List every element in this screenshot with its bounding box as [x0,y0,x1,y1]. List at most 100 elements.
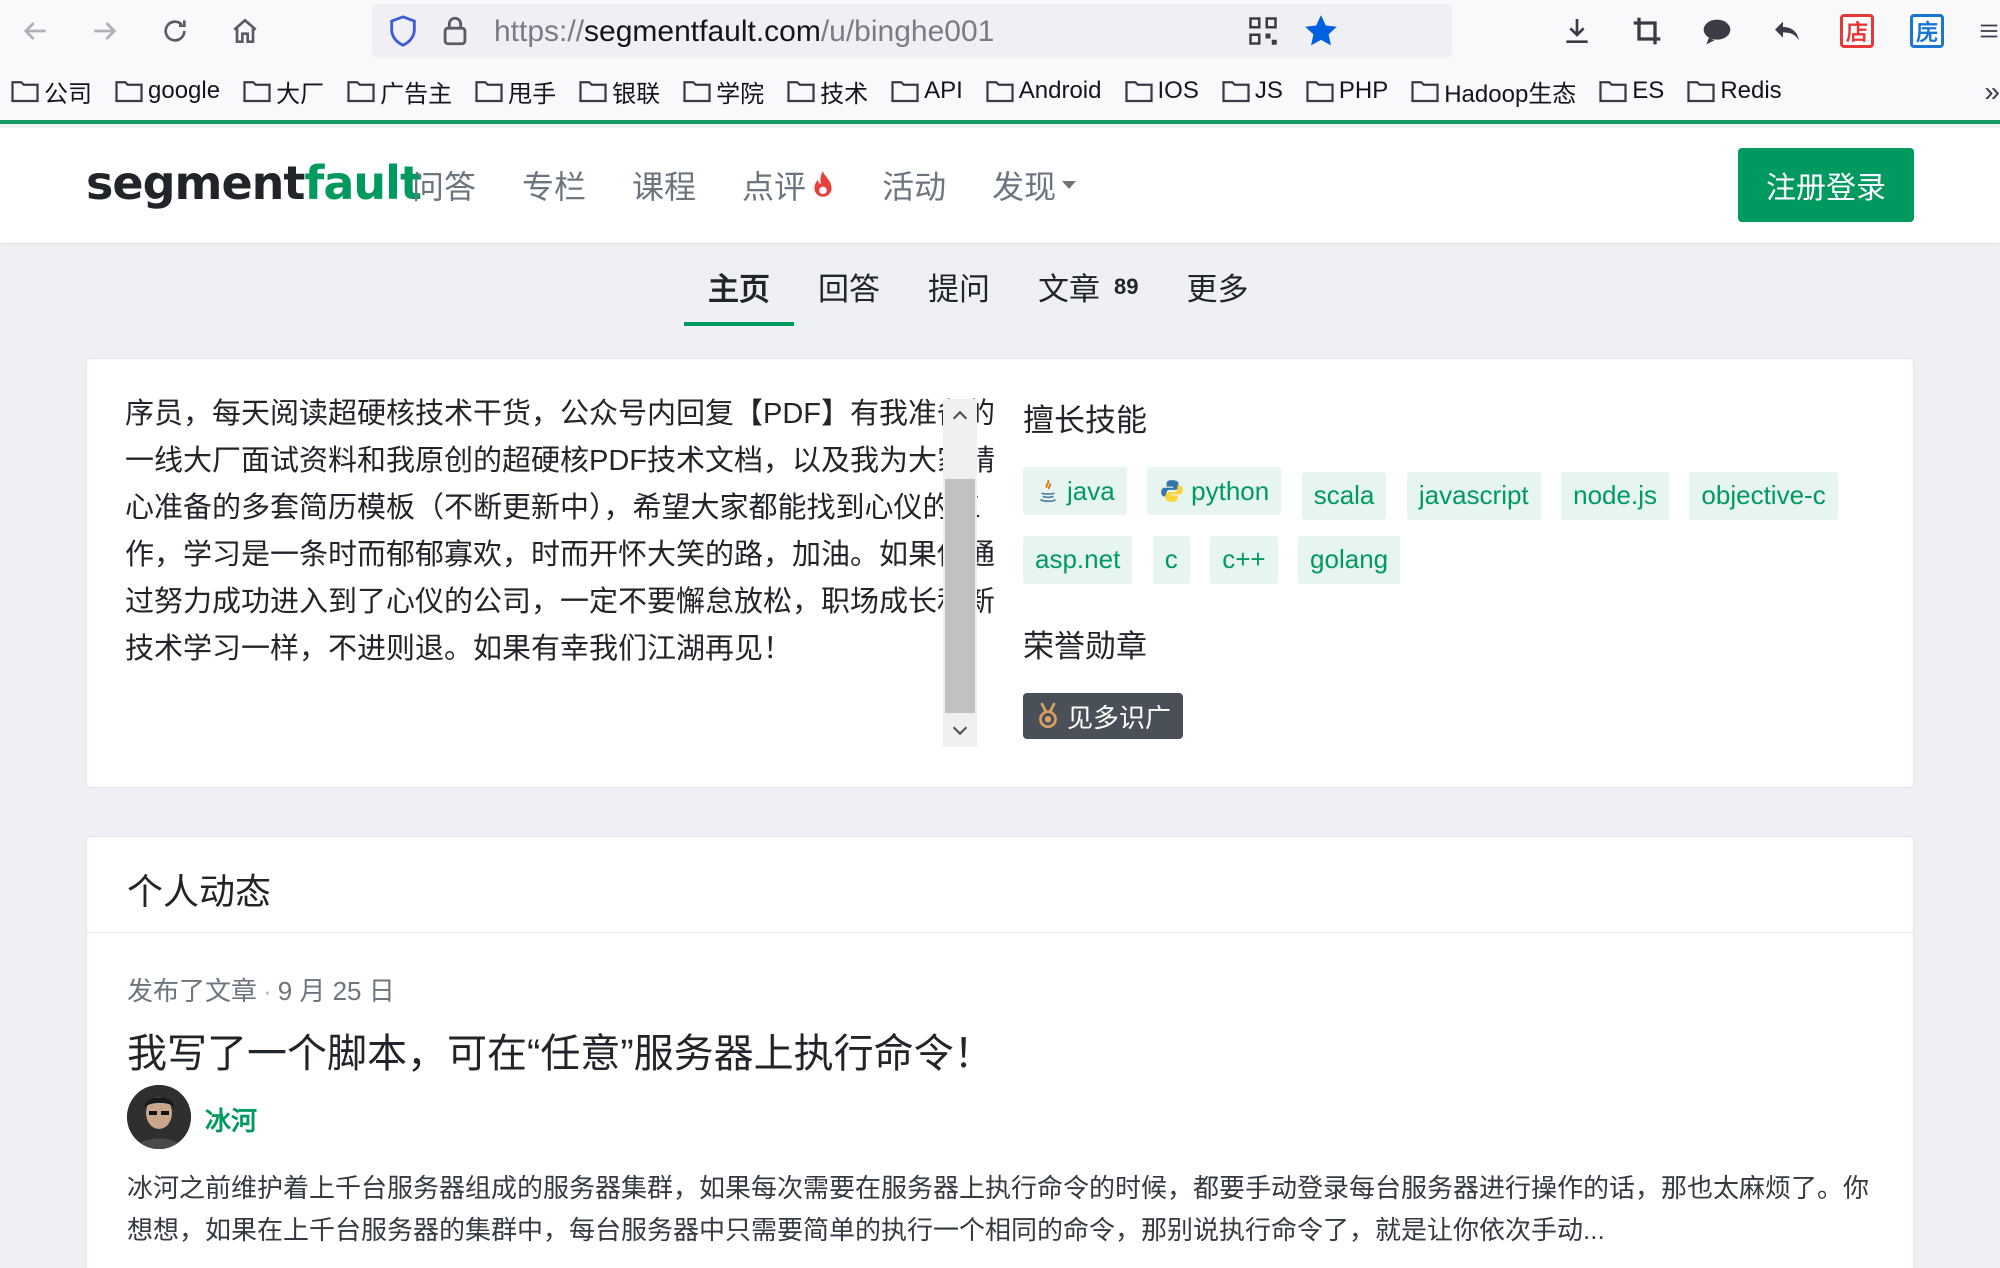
chat-button[interactable] [1696,10,1738,52]
post-title-link[interactable]: 我写了一个脚本，可在“任意”服务器上执行命令！ [127,1021,994,1079]
profile-tabs: 主页 回答 提问 文章 89 更多 [684,264,1272,328]
site-logo[interactable]: segmentfault [86,156,422,210]
skill-label: node.js [1573,480,1657,510]
skill-tag-c[interactable]: c [1152,535,1190,584]
bookmark-folder[interactable]: 技术 [786,74,868,109]
url-text[interactable]: https://segmentfault.com/u/binghe001 [494,15,994,49]
skill-tag-objective-c[interactable]: objective-c [1689,471,1838,520]
tab-answers[interactable]: 回答 [794,264,904,326]
folder-icon [1222,81,1250,103]
bookmark-folder[interactable]: ES [1598,77,1664,105]
bookmark-folder[interactable]: Android [985,77,1102,105]
bookmark-label: PHP [1338,77,1389,104]
skill-label: javascript [1418,480,1529,510]
skill-label: c [1164,544,1178,574]
bookmark-folder[interactable]: API [890,77,963,105]
nav-item-events[interactable]: 活动 [882,162,946,208]
bookmark-folder[interactable]: Redis [1686,77,1782,105]
skill-tag-javascript[interactable]: javascript [1406,471,1541,520]
skill-tag-golang[interactable]: golang [1298,535,1401,584]
tab-label: 回答 [818,272,880,307]
bookmark-label: google [148,77,221,104]
extension-red-label: 店 [1845,20,1868,45]
bookmark-folder[interactable]: 公司 [10,74,92,109]
bookmark-folder[interactable]: 甩手 [474,74,556,109]
tab-articles[interactable]: 文章 89 [1014,264,1162,326]
nav-item-qa[interactable]: 问答 [412,162,476,208]
nav-item-columns[interactable]: 专栏 [522,162,586,208]
logo-fault: fault [304,156,422,210]
qr-code-icon[interactable] [1248,16,1278,46]
bookmark-label: 学院 [716,80,765,108]
home-button[interactable] [220,6,270,56]
bookmark-label: 广告主 [380,80,453,108]
bookmark-folder[interactable]: JS [1221,77,1283,105]
author-name-link[interactable]: 冰河 [205,1101,257,1138]
skill-label: java [1067,475,1115,506]
chevron-up-icon [952,410,968,420]
skill-label: golang [1310,544,1389,574]
bio-scrollbar[interactable] [943,399,977,747]
bookmark-folder[interactable]: IOS [1124,77,1199,105]
skill-tag-aspnet[interactable]: asp.net [1023,535,1133,584]
bookmark-folder[interactable]: 学院 [682,74,764,109]
lock-icon[interactable] [438,14,472,48]
url-domain: segmentfault.com [584,15,821,48]
activity-card: 个人动态 发布了文章 · 9 月 25 日 我写了一个脚本，可在“任意”服务器上执行… [86,836,1914,1268]
bookmark-label: 技术 [820,80,869,108]
skill-tag-nodejs[interactable]: node.js [1561,471,1669,520]
bookmark-label: 大厂 [276,80,325,108]
bookmark-folder[interactable]: 广告主 [346,74,452,109]
honor-badge[interactable]: 见多识广 [1023,693,1184,739]
folder-icon [1599,81,1627,103]
nav-item-courses[interactable]: 课程 [632,162,696,208]
register-login-button[interactable]: 注册登录 [1738,148,1914,222]
downloads-button[interactable] [1556,10,1598,52]
scroll-down-button[interactable] [943,713,977,747]
bookmark-folder[interactable]: PHP [1305,77,1388,105]
bookmark-folder[interactable]: google [114,77,220,105]
undo-button[interactable] [1766,10,1808,52]
bookmark-folder[interactable]: Hadoop生态 [1410,74,1576,109]
extension-blue-button[interactable]: 庑 [1910,14,1944,48]
bio-box[interactable]: 序员，每天阅读超硬核技术干货，公众号内回复【PDF】有我准备的一线大厂面试资料和… [125,391,1005,719]
tab-questions[interactable]: 提问 [904,264,1014,326]
arrow-right-icon [94,22,117,40]
tab-home[interactable]: 主页 [684,264,794,326]
scroll-up-button[interactable] [943,399,977,433]
about-card: 序员，每天阅读超硬核技术干货，公众号内回复【PDF】有我准备的一线大厂面试资料和… [86,358,1914,788]
shield-icon[interactable] [386,14,420,48]
nav-label: 发现 [992,169,1057,205]
skill-tag-scala[interactable]: scala [1301,471,1387,520]
scroll-thumb[interactable] [945,479,975,713]
main-nav: 问答 专栏 课程 点评 活动 发现 [412,162,1122,208]
folder-icon [115,81,143,103]
skill-tag-java[interactable]: java [1023,467,1127,515]
folder-icon [787,81,815,103]
screenshot-button[interactable] [1626,10,1668,52]
skill-label: python [1191,475,1270,506]
bookmark-star-icon[interactable] [1302,12,1340,50]
bookmark-folder[interactable]: 大厂 [242,74,324,109]
extension-red-button[interactable]: 店 [1840,14,1874,48]
tab-more[interactable]: 更多 [1162,264,1272,326]
skill-tag-cpp[interactable]: c++ [1210,535,1278,584]
folder-icon [579,81,607,103]
skill-label: scala [1313,480,1375,510]
bookmarks-overflow-button[interactable]: » [1984,76,2000,108]
back-button[interactable] [10,6,60,56]
reload-button[interactable] [150,6,200,56]
forward-button[interactable] [80,6,130,56]
article-count: 89 [1114,274,1139,299]
bookmark-folder[interactable]: 银联 [578,74,660,109]
skills-title: 擅长技能 [1023,403,1147,438]
honors-title: 荣誉勋章 [1023,629,1147,664]
skill-tag-python[interactable]: python [1147,467,1282,515]
crop-icon [1633,17,1661,45]
bookmark-label: Android [1018,77,1102,104]
author-avatar[interactable] [127,1085,191,1149]
nav-item-reviews[interactable]: 点评 [742,162,836,208]
nav-item-discover[interactable]: 发现 [992,162,1077,208]
menu-button[interactable] [1978,10,2000,52]
url-bar[interactable]: https://segmentfault.com/u/binghe001 [372,4,1452,58]
